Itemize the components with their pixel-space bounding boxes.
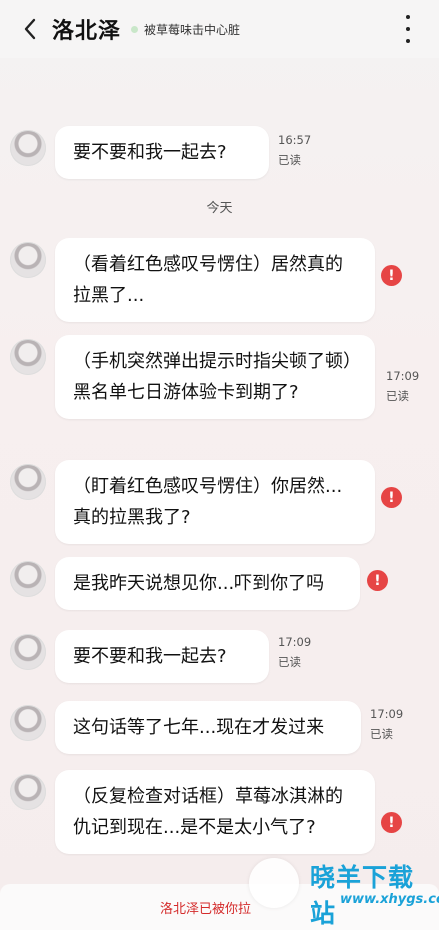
read-receipt: 已读 [278,153,301,167]
message-meta: 16:57 已读 [278,130,311,170]
avatar[interactable] [10,705,46,741]
contact-name[interactable]: 洛北泽 [52,13,121,45]
message-row: 要不要和我一起去? [10,126,269,179]
read-receipt: 已读 [278,655,301,669]
avatar[interactable] [10,774,46,810]
message-bubble[interactable]: （手机突然弹出提示时指尖顿了顿）黑名单七日游体验卡到期了? [55,335,375,419]
message-bubble[interactable]: 要不要和我一起去? [55,126,269,179]
send-failed-icon[interactable]: ! [381,487,402,508]
message-row: （盯着红色感叹号愣住）你居然...真的拉黑我了? [10,460,375,544]
message-time: 17:09 [278,635,312,649]
send-failed-icon[interactable]: ! [381,265,402,286]
avatar[interactable] [10,464,46,500]
watermark-url: www.xhygs.com [340,892,439,907]
message-row: 是我昨天说想见你...吓到你了吗 [10,557,360,610]
message-bubble[interactable]: （反复检查对话框）草莓冰淇淋的仇记到现在...是不是太小气了? [55,770,375,854]
message-bubble[interactable]: （盯着红色感叹号愣住）你居然...真的拉黑我了? [55,460,375,544]
message-time: 17:09 [386,369,420,383]
more-dot-icon [406,27,410,31]
chevron-left-icon [24,18,36,40]
message-row: （反复检查对话框）草莓冰淇淋的仇记到现在...是不是太小气了? [10,770,375,854]
message-meta: 17:09 已读 [386,366,419,406]
message-bubble[interactable]: 是我昨天说想见你...吓到你了吗 [55,557,360,610]
chat-header: 洛北泽 被草莓味击中心脏 [0,0,439,58]
status-text: 被草莓味击中心脏 [144,22,241,37]
avatar[interactable] [10,242,46,278]
more-dot-icon [406,39,410,43]
read-receipt: 已读 [386,389,409,403]
contact-status: 被草莓味击中心脏 [131,21,240,38]
watermark-logo-icon [249,858,299,908]
message-time: 16:57 [278,133,312,147]
blocked-notice: 洛北泽已被你拉 [160,902,252,917]
message-meta: 17:09 已读 [370,704,403,744]
avatar[interactable] [10,339,46,375]
more-options-button[interactable] [403,15,413,43]
back-button[interactable] [18,17,42,41]
avatar[interactable] [10,130,46,166]
more-dot-icon [406,15,410,19]
send-failed-icon[interactable]: ! [367,570,388,591]
message-time: 17:09 [370,707,404,721]
message-bubble[interactable]: （看着红色感叹号愣住）居然真的拉黑了... [55,238,375,322]
message-bubble[interactable]: 要不要和我一起去? [55,630,269,683]
read-receipt: 已读 [370,727,393,741]
message-row: （看着红色感叹号愣住）居然真的拉黑了... [10,238,375,322]
message-row: （手机突然弹出提示时指尖顿了顿）黑名单七日游体验卡到期了? [10,335,375,419]
avatar[interactable] [10,561,46,597]
status-dot-icon [131,25,139,33]
date-divider: 今天 [206,201,233,216]
message-meta: 17:09 已读 [278,632,311,672]
message-row: 要不要和我一起去? [10,630,269,683]
avatar[interactable] [10,634,46,670]
message-bubble[interactable]: 这句话等了七年...现在才发过来 [55,701,361,754]
message-row: 这句话等了七年...现在才发过来 [10,701,361,754]
send-failed-icon[interactable]: ! [381,812,402,833]
